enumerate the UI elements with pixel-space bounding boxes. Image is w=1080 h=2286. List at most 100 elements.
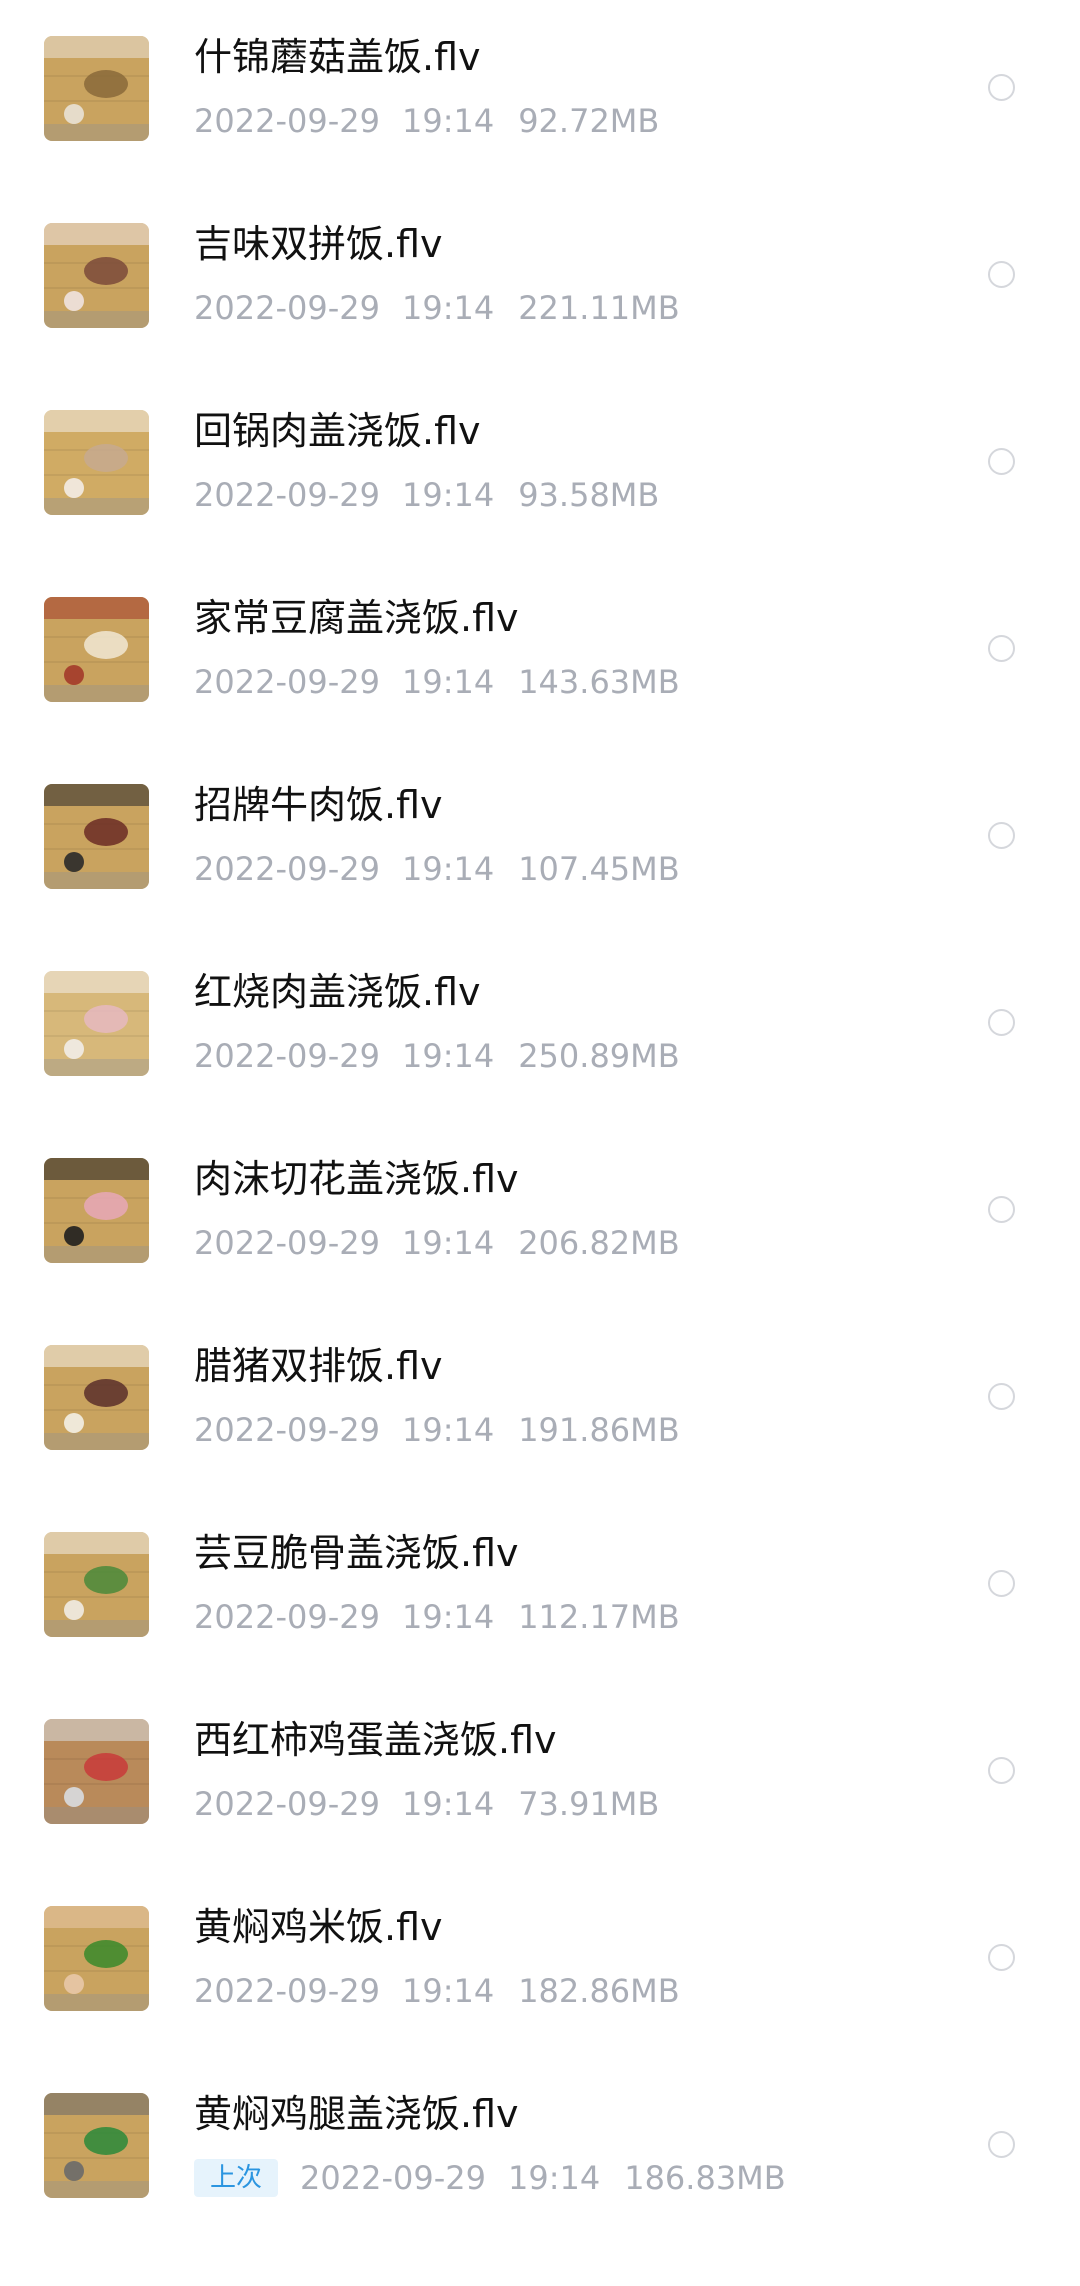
video-thumbnail-icon [44,223,149,328]
video-thumbnail [44,36,149,141]
video-thumbnail-icon [44,1345,149,1450]
file-name: 什锦蘑菇盖饭.flv [194,35,481,79]
select-radio[interactable] [988,1570,1015,1597]
video-thumbnail-icon [44,1906,149,2011]
file-time: 19:14 [401,102,495,140]
video-thumbnail-icon [44,1532,149,1637]
file-date: 2022-09-29 [300,2159,486,2197]
video-thumbnail-icon [44,1158,149,1263]
file-date: 2022-09-29 [194,1037,380,1075]
file-size: 221.11MB [518,289,680,327]
file-date: 2022-09-29 [194,1224,380,1262]
file-date: 2022-09-29 [194,476,380,514]
file-name: 西红柿鸡蛋盖浇饭.flv [194,1718,557,1762]
file-size: 107.45MB [518,850,680,888]
select-radio[interactable] [988,1383,1015,1410]
file-name: 吉味双拼饭.flv [194,222,443,266]
file-time: 19:14 [401,850,495,888]
file-date: 2022-09-29 [194,1411,380,1449]
file-list-item[interactable]: 腊猪双排饭.flv 2022-09-29 19:14 191.86MB [0,1294,1080,1481]
file-name: 芸豆脆骨盖浇饭.flv [194,1531,519,1575]
select-radio[interactable] [988,448,1015,475]
select-radio[interactable] [988,74,1015,101]
file-time: 19:14 [507,2159,601,2197]
file-date: 2022-09-29 [194,289,380,327]
file-date: 2022-09-29 [194,102,380,140]
video-thumbnail [44,223,149,328]
file-meta: 2022-09-29 19:14 221.11MB [194,286,680,330]
select-radio[interactable] [988,261,1015,288]
file-list-item[interactable]: 回锅肉盖浇饭.flv 2022-09-29 19:14 93.58MB [0,359,1080,546]
file-name: 家常豆腐盖浇饭.flv [194,596,519,640]
file-name: 红烧肉盖浇饭.flv [194,970,481,1014]
file-size: 250.89MB [518,1037,680,1075]
file-list-item[interactable]: 西红柿鸡蛋盖浇饭.flv 2022-09-29 19:14 73.91MB [0,1668,1080,1855]
file-list-item[interactable]: 黄焖鸡米饭.flv 2022-09-29 19:14 182.86MB [0,1855,1080,2042]
video-thumbnail [44,1906,149,2011]
file-size: 191.86MB [518,1411,680,1449]
file-size: 112.17MB [518,1598,680,1636]
file-time: 19:14 [401,663,495,701]
file-date: 2022-09-29 [194,850,380,888]
file-meta: 2022-09-29 19:14 92.72MB [194,99,659,143]
video-thumbnail [44,1345,149,1450]
video-thumbnail [44,1158,149,1263]
file-meta: 上次 2022-09-29 19:14 186.83MB [194,2156,786,2200]
file-name: 回锅肉盖浇饭.flv [194,409,481,453]
file-list-item[interactable]: 家常豆腐盖浇饭.flv 2022-09-29 19:14 143.63MB [0,546,1080,733]
file-time: 19:14 [401,1785,495,1823]
file-list-item[interactable]: 黄焖鸡腿盖浇饭.flv 上次 2022-09-29 19:14 186.83MB [0,2042,1080,2229]
file-size: 186.83MB [624,2159,786,2197]
file-time: 19:14 [401,1224,495,1262]
video-thumbnail [44,410,149,515]
select-radio[interactable] [988,2131,1015,2158]
file-list-item[interactable]: 什锦蘑菇盖饭.flv 2022-09-29 19:14 92.72MB [0,0,1080,172]
file-time: 19:14 [401,1972,495,2010]
file-time: 19:14 [401,289,495,327]
file-meta: 2022-09-29 19:14 191.86MB [194,1408,680,1452]
file-size: 93.58MB [518,476,660,514]
file-list-item[interactable]: 吉味双拼饭.flv 2022-09-29 19:14 221.11MB [0,172,1080,359]
video-thumbnail-icon [44,971,149,1076]
video-thumbnail-icon [44,1719,149,1824]
file-meta: 2022-09-29 19:14 206.82MB [194,1221,680,1265]
select-radio[interactable] [988,635,1015,662]
file-list-item[interactable]: 肉沫切花盖浇饭.flv 2022-09-29 19:14 206.82MB [0,1107,1080,1294]
select-radio[interactable] [988,1944,1015,1971]
file-meta: 2022-09-29 19:14 182.86MB [194,1969,680,2013]
file-list-item[interactable]: 招牌牛肉饭.flv 2022-09-29 19:14 107.45MB [0,733,1080,920]
select-radio[interactable] [988,822,1015,849]
file-time: 19:14 [401,1037,495,1075]
file-name: 黄焖鸡腿盖浇饭.flv [194,2092,519,2136]
video-thumbnail [44,1719,149,1824]
video-thumbnail-icon [44,36,149,141]
video-thumbnail-icon [44,597,149,702]
file-date: 2022-09-29 [194,663,380,701]
video-thumbnail [44,971,149,1076]
file-meta: 2022-09-29 19:14 93.58MB [194,473,659,517]
file-size: 92.72MB [518,102,660,140]
file-meta: 2022-09-29 19:14 143.63MB [194,660,680,704]
video-thumbnail-icon [44,2093,149,2198]
file-meta: 2022-09-29 19:14 112.17MB [194,1595,680,1639]
file-size: 206.82MB [518,1224,680,1262]
file-name: 肉沫切花盖浇饭.flv [194,1157,519,1201]
file-list-item[interactable]: 红烧肉盖浇饭.flv 2022-09-29 19:14 250.89MB [0,920,1080,1107]
last-played-badge: 上次 [194,2159,279,2197]
video-thumbnail [44,597,149,702]
file-date: 2022-09-29 [194,1972,380,2010]
video-thumbnail [44,784,149,889]
video-thumbnail-icon [44,784,149,889]
select-radio[interactable] [988,1009,1015,1036]
file-date: 2022-09-29 [194,1785,380,1823]
video-thumbnail [44,2093,149,2198]
select-radio[interactable] [988,1196,1015,1223]
select-radio[interactable] [988,1757,1015,1784]
file-list-item[interactable]: 芸豆脆骨盖浇饭.flv 2022-09-29 19:14 112.17MB [0,1481,1080,1668]
file-time: 19:14 [401,1411,495,1449]
file-name: 黄焖鸡米饭.flv [194,1905,443,1949]
file-meta: 2022-09-29 19:14 250.89MB [194,1034,680,1078]
file-time: 19:14 [401,1598,495,1636]
file-size: 182.86MB [518,1972,680,2010]
file-time: 19:14 [401,476,495,514]
